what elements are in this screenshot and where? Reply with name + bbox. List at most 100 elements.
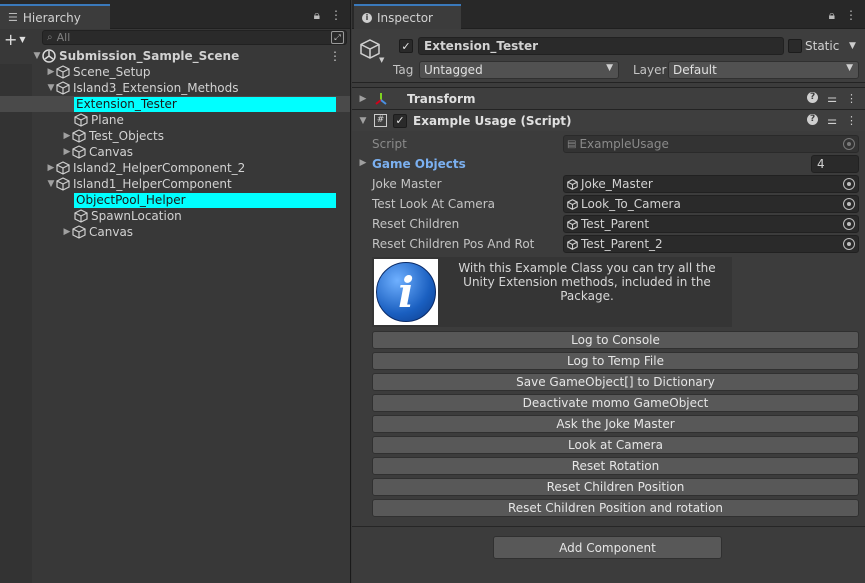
reset-children-position-button[interactable]: Reset Children Position [372, 478, 859, 496]
ask-joke-master-button[interactable]: Ask the Joke Master [372, 415, 859, 433]
hierarchy-item-label: Island1_HelperComponent [73, 177, 232, 191]
gameobject-cube-icon[interactable] [359, 38, 381, 60]
gameobject-cube-icon [56, 161, 70, 175]
array-size-field[interactable]: 4 [811, 155, 859, 173]
object-picker-icon [843, 138, 855, 150]
help-icon[interactable]: ? [807, 114, 819, 125]
transform-component-header[interactable]: ▶ Transform ? ⚌ ⋮ [352, 87, 865, 109]
hierarchy-item-label: Test_Objects [89, 129, 164, 143]
static-checkbox[interactable] [788, 39, 802, 53]
search-filter-icon[interactable]: ⤢ [331, 31, 344, 44]
hierarchy-item[interactable]: ▶ Canvas [0, 224, 350, 240]
icon-dropdown-chevron-icon[interactable]: ▼ [379, 56, 384, 64]
reset-rotation-button[interactable]: Reset Rotation [372, 457, 859, 475]
log-to-temp-file-button[interactable]: Log to Temp File [372, 352, 859, 370]
script-component-header[interactable]: ▼ # ✓ Example Usage (Script) ? ⚌ ⋮ [352, 109, 865, 131]
create-dropdown-button[interactable]: + ▼ [4, 30, 42, 49]
search-icon: ⌕ [47, 32, 53, 43]
save-gameobject-dictionary-button[interactable]: Save GameObject[] to Dictionary [372, 373, 859, 391]
hierarchy-item-label: Canvas [89, 225, 134, 239]
component-menu-icon[interactable]: ⋮ [846, 114, 857, 127]
preset-sliders-icon[interactable]: ⚌ [827, 92, 837, 105]
hierarchy-item[interactable]: Plane [0, 112, 350, 128]
collapse-caret-icon[interactable]: ▶ [62, 131, 72, 141]
hierarchy-item[interactable]: ▶ Test_Objects [0, 128, 350, 144]
game-objects-foldout[interactable]: Game Objects [372, 157, 466, 171]
hierarchy-item[interactable]: SpawnLocation [0, 208, 350, 224]
tab-hierarchy[interactable]: ☰ Hierarchy [0, 4, 110, 29]
look-at-camera-button[interactable]: Look at Camera [372, 436, 859, 454]
hierarchy-item[interactable]: ▼ Island1_HelperComponent [0, 176, 350, 192]
inspector-tab-controls: 🔒︎ ⋮ [829, 8, 857, 23]
object-picker-icon[interactable] [843, 178, 855, 190]
field-label: Test Look At Camera [372, 197, 495, 211]
deactivate-gameobject-button[interactable]: Deactivate momo GameObject [372, 394, 859, 412]
chevron-down-icon: ▼ [19, 34, 26, 44]
static-dropdown-chevron-icon[interactable]: ▼ [849, 41, 856, 51]
add-component-button[interactable]: Add Component [493, 536, 722, 559]
more-options-icon[interactable]: ⋮ [845, 8, 857, 23]
script-enabled-checkbox[interactable]: ✓ [393, 113, 407, 128]
help-icon[interactable]: ? [807, 92, 819, 103]
gameobject-cube-icon [74, 209, 88, 223]
object-header: ▼ ✓ Extension_Tester Static ▼ Tag Untagg… [352, 29, 865, 83]
scene-menu-icon[interactable]: ⋮ [329, 49, 341, 63]
expand-caret-icon[interactable]: ▼ [358, 116, 368, 126]
scene-row[interactable]: ▼ Submission_Sample_Scene ⋮ [0, 48, 350, 64]
info-text-line2: Unity Extension methods, included in the… [463, 275, 711, 303]
hierarchy-item-selected[interactable]: Extension_Tester [0, 96, 350, 112]
more-options-icon[interactable]: ⋮ [330, 8, 342, 23]
scene-name: Submission_Sample_Scene [59, 49, 240, 63]
tab-inspector[interactable]: i Inspector [354, 4, 461, 29]
object-field-value: Test_Parent [581, 217, 650, 231]
hierarchy-item[interactable]: ▶ Canvas [0, 144, 350, 160]
script-object-field: ▤ ExampleUsage [563, 135, 859, 153]
lock-icon[interactable]: 🔒︎ [314, 8, 320, 23]
reset-children-pos-rot-object-field[interactable]: Test_Parent_2 [563, 235, 859, 253]
hierarchy-item-label: Plane [91, 113, 124, 127]
object-name-field[interactable]: Extension_Tester [418, 37, 784, 55]
object-picker-icon[interactable] [843, 238, 855, 250]
lock-icon[interactable]: 🔒︎ [829, 8, 835, 23]
inspector-tabbar: i Inspector 🔒︎ ⋮ [352, 0, 865, 29]
object-field-value: Test_Parent_2 [581, 237, 663, 251]
hierarchy-search-input[interactable]: ⌕ All ⤢ [42, 30, 347, 45]
component-menu-icon[interactable]: ⋮ [846, 92, 857, 105]
collapse-caret-icon[interactable]: ▶ [46, 163, 56, 173]
script-header-icons: ? ⚌ ⋮ [807, 114, 857, 127]
hierarchy-item-highlighted[interactable]: ObjectPool_Helper [0, 192, 350, 208]
reset-children-position-rotation-button[interactable]: Reset Children Position and rotation [372, 499, 859, 517]
joke-master-object-field[interactable]: Joke_Master [563, 175, 859, 193]
hierarchy-item-label: SpawnLocation [91, 209, 182, 223]
object-picker-icon[interactable] [843, 218, 855, 230]
info-image: i [374, 259, 438, 325]
reset-children-object-field[interactable]: Test_Parent [563, 215, 859, 233]
layer-dropdown[interactable]: Default ▼ [668, 61, 859, 79]
expand-caret-icon[interactable]: ▼ [32, 51, 42, 61]
preset-sliders-icon[interactable]: ⚌ [827, 114, 837, 127]
info-text: With this Example Class you can try all … [442, 261, 732, 303]
collapse-caret-icon[interactable]: ▶ [358, 94, 368, 104]
gameobject-cube-icon [567, 198, 578, 210]
collapse-caret-icon[interactable]: ▶ [62, 147, 72, 157]
tag-dropdown[interactable]: Untagged ▼ [419, 61, 619, 79]
gameobject-cube-icon [567, 218, 578, 230]
collapse-caret-icon[interactable]: ▶ [358, 158, 368, 168]
collapse-caret-icon[interactable]: ▶ [46, 67, 56, 77]
active-checkbox[interactable]: ✓ [399, 39, 413, 53]
hierarchy-item[interactable]: ▼ Island3_Extension_Methods [0, 80, 350, 96]
gameobject-cube-icon [72, 225, 86, 239]
hierarchy-item[interactable]: ▶ Scene_Setup [0, 64, 350, 80]
log-to-console-button[interactable]: Log to Console [372, 331, 859, 349]
gameobject-cube-icon [567, 238, 578, 250]
transform-axes-icon [375, 92, 387, 105]
gameobject-cube-icon [56, 177, 70, 191]
object-picker-icon[interactable] [843, 198, 855, 210]
info-box: i With this Example Class you can try al… [372, 257, 732, 327]
hierarchy-item[interactable]: ▶ Island2_HelperComponent_2 [0, 160, 350, 176]
expand-caret-icon[interactable]: ▼ [46, 83, 56, 93]
look-at-camera-object-field[interactable]: Look_To_Camera [563, 195, 859, 213]
array-size-value: 4 [817, 157, 825, 171]
collapse-caret-icon[interactable]: ▶ [62, 227, 72, 237]
expand-caret-icon[interactable]: ▼ [46, 179, 56, 189]
